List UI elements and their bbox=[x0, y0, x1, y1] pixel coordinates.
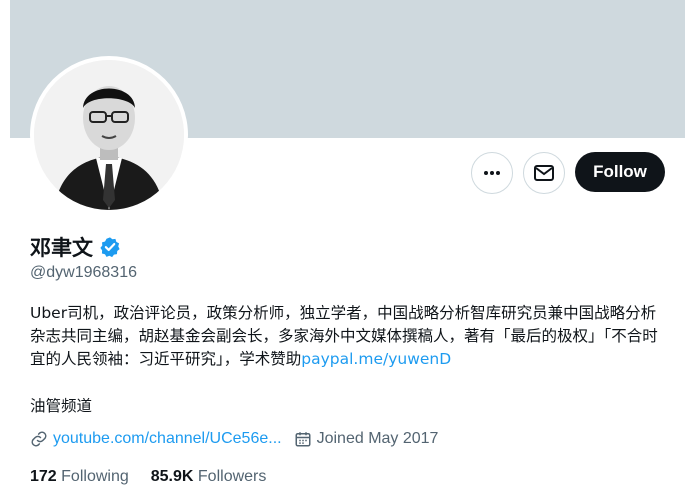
bio-link[interactable]: paypal.me/yuwenD bbox=[301, 350, 451, 368]
followers-label: Followers bbox=[197, 468, 267, 485]
avatar-portrait bbox=[34, 60, 184, 210]
bio-extra: 油管频道 bbox=[30, 397, 93, 415]
envelope-icon bbox=[534, 165, 554, 181]
message-button[interactable] bbox=[523, 152, 565, 194]
following-label: Following bbox=[61, 468, 129, 485]
followers-count-link[interactable]: 85.9K Followers bbox=[151, 468, 267, 486]
more-dots-icon bbox=[484, 171, 500, 175]
link-icon bbox=[31, 431, 47, 447]
following-count: 172 bbox=[30, 468, 57, 485]
joined-item: Joined May 2017 bbox=[294, 430, 439, 448]
following-count-link[interactable]: 172 Following bbox=[30, 468, 129, 486]
website-item: youtube.com/channel/UCe56e... bbox=[30, 430, 282, 448]
avatar-frame[interactable] bbox=[30, 56, 188, 214]
profile-meta: youtube.com/channel/UCe56e... Joined May… bbox=[30, 430, 438, 448]
handle: @dyw1968316 bbox=[30, 264, 137, 281]
avatar[interactable] bbox=[34, 60, 184, 210]
profile-actions: Follow bbox=[471, 152, 665, 194]
joined-text: Joined May 2017 bbox=[316, 430, 439, 447]
website-link[interactable]: youtube.com/channel/UCe56e... bbox=[53, 430, 282, 448]
profile-page: Follow 邓聿文 @dyw1968316 Uber司机，政治评论员，政策分析… bbox=[10, 0, 685, 501]
followers-count: 85.9K bbox=[150, 468, 194, 485]
follow-button[interactable]: Follow bbox=[575, 152, 665, 192]
calendar-icon bbox=[295, 432, 311, 447]
display-name: 邓聿文 bbox=[30, 236, 93, 260]
follow-counts: 172 Following 85.9K Followers bbox=[30, 468, 266, 486]
name-row: 邓聿文 bbox=[30, 232, 121, 262]
bio: Uber司机，政治评论员，政策分析师，独立学者，中国战略分析智库研究员兼中国战略… bbox=[30, 302, 670, 371]
more-button[interactable] bbox=[471, 152, 513, 194]
verified-badge-icon[interactable] bbox=[99, 236, 121, 258]
